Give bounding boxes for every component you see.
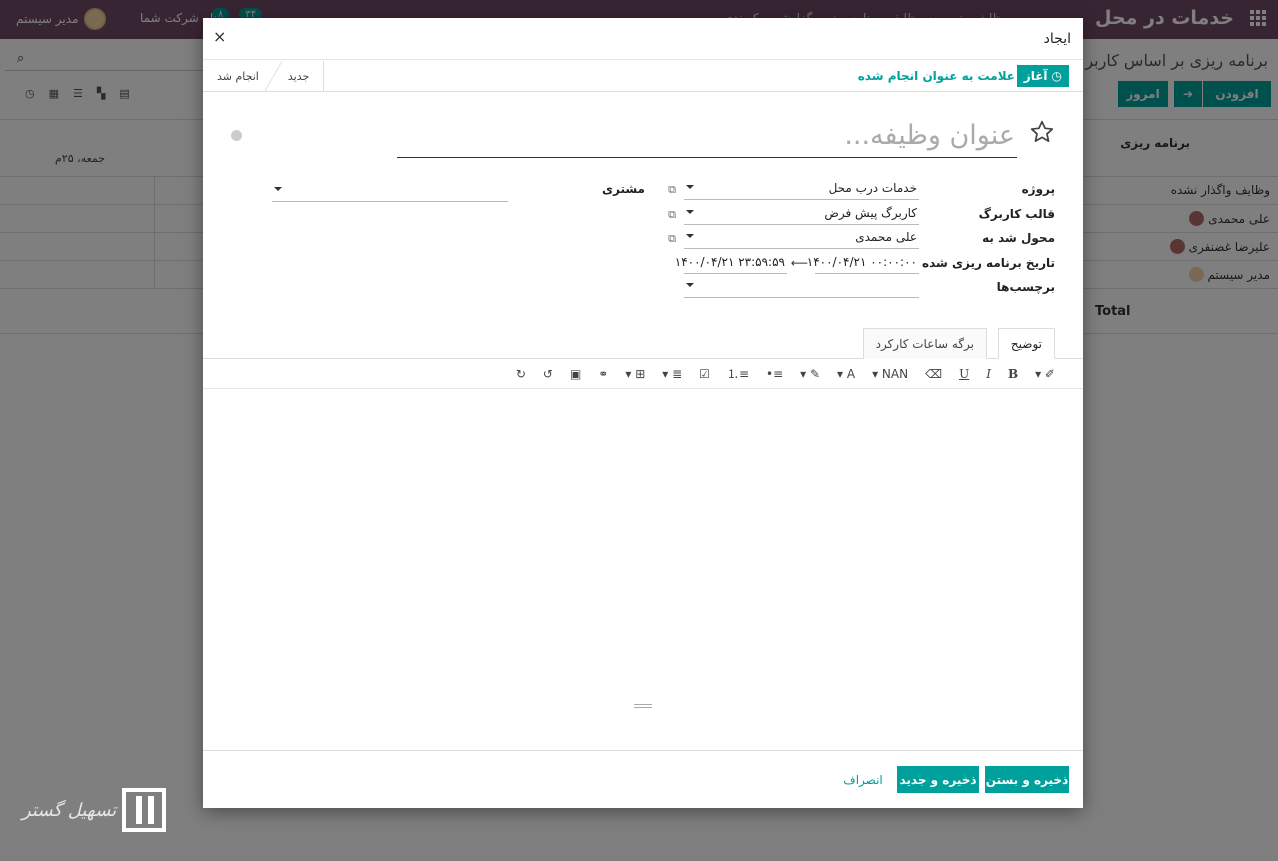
unordered-list-icon[interactable]: •≡	[766, 367, 783, 381]
chevron-down-icon[interactable]	[686, 185, 694, 189]
stage-selector: انجام شد جدید	[203, 61, 325, 91]
start-label: آغاز	[1023, 69, 1048, 83]
planned-date-label: تاریخ برنامه ریزی شده	[922, 256, 1055, 270]
watermark-icon	[122, 788, 167, 832]
link-icon[interactable]: ⚭	[598, 367, 608, 381]
font-color-icon[interactable]: ▾ A	[837, 367, 855, 381]
watermark-text: تسهیل گستر	[22, 799, 117, 821]
redo-icon[interactable]: ↻	[516, 367, 526, 381]
planned-end-input[interactable]: ۲۳:۵۹:۵۹ ۱۴۰۰/۰۴/۲۱	[675, 252, 787, 274]
project-value: خدمات درب محل	[828, 181, 917, 195]
chevron-down-icon[interactable]	[686, 234, 694, 238]
watermark-logo: تسهیل گستر	[22, 788, 167, 832]
tab-description[interactable]: توضیح	[997, 328, 1055, 359]
chevron-down-icon[interactable]	[686, 210, 694, 214]
date-range-arrow: ⟵	[790, 256, 808, 270]
worksheet-label: قالب کاربرگ	[978, 207, 1055, 221]
eraser-icon[interactable]: ⌫	[925, 367, 942, 381]
close-icon[interactable]: ×	[213, 27, 226, 46]
project-field[interactable]: خدمات درب محل	[684, 178, 919, 200]
ordered-list-icon[interactable]: ⒈≡	[727, 365, 749, 382]
kanban-state-icon[interactable]	[231, 130, 242, 141]
notebook-tabs: توضیح برگه ساعات کارکرد	[203, 328, 1083, 359]
dialog-header: ایجاد ×	[203, 18, 1083, 60]
stage-new[interactable]: جدید	[274, 61, 323, 91]
task-title-input[interactable]: عنوان وظیفه...	[397, 114, 1017, 158]
chevron-down-icon[interactable]	[686, 283, 694, 287]
create-task-dialog: ایجاد × ◷ آغاز علامت به عنوان انجام شده …	[203, 18, 1083, 808]
tags-field[interactable]	[684, 276, 919, 298]
save-close-button[interactable]: ذخیره و بستن	[985, 766, 1069, 793]
save-new-button[interactable]: ذخیره و جدید	[897, 766, 979, 793]
font-size-dropdown[interactable]: ▾ NAN	[872, 367, 908, 381]
underline-icon[interactable]: U	[959, 367, 969, 381]
worksheet-value: کاربرگ پیش فرض	[824, 206, 917, 220]
checklist-icon[interactable]: ☑	[699, 367, 710, 381]
assigned-value: علی محمدی	[855, 230, 917, 244]
customer-field[interactable]	[272, 180, 508, 202]
assigned-field[interactable]: علی محمدی	[684, 227, 919, 249]
tags-label: برچسب‌ها	[996, 280, 1055, 294]
title-row: عنوان وظیفه...	[203, 114, 1083, 162]
worksheet-field[interactable]: کاربرگ پیش فرض	[684, 203, 919, 225]
magic-style-icon[interactable]: ▾ ✐	[1035, 367, 1055, 381]
stage-done[interactable]: انجام شد	[203, 61, 273, 91]
cancel-button[interactable]: انصراف	[843, 766, 883, 793]
image-icon[interactable]: ▣	[570, 367, 581, 381]
clock-icon: ◷	[1051, 69, 1062, 83]
resize-grip-icon[interactable]	[634, 704, 652, 708]
external-link-icon[interactable]: ⧉	[668, 232, 676, 246]
bold-icon[interactable]: B	[1008, 367, 1018, 381]
mark-done-button[interactable]: علامت به عنوان انجام شده	[858, 69, 1015, 83]
external-link-icon[interactable]: ⧉	[668, 183, 676, 197]
planned-start-input[interactable]: ۰۰:۰۰:۰۰ ۱۴۰۰/۰۴/۲۱	[807, 252, 919, 274]
align-icon[interactable]: ▾ ≣	[662, 367, 682, 381]
external-link-icon[interactable]: ⧉	[668, 208, 676, 222]
undo-icon[interactable]: ↺	[543, 367, 553, 381]
customer-label: مشتری	[601, 182, 645, 196]
dialog-footer: ذخیره و بستن ذخیره و جدید انصراف	[203, 751, 1083, 808]
editor-toolbar: ↻ ↺ ▣ ⚭ ▾ ⊞ ▾ ≣ ☑ ⒈≡ •≡ ▾ ✎ ▾ A ▾ NAN ⌫ …	[203, 359, 1083, 389]
tab-timesheets[interactable]: برگه ساعات کارکرد	[862, 328, 987, 359]
description-editor[interactable]	[203, 389, 1083, 751]
status-bar: ◷ آغاز علامت به عنوان انجام شده انجام شد…	[203, 61, 1083, 92]
star-icon[interactable]	[1029, 119, 1055, 145]
start-button[interactable]: ◷ آغاز	[1016, 65, 1069, 87]
italic-icon[interactable]: I	[986, 367, 991, 381]
assigned-label: محول شد به	[982, 231, 1055, 245]
table-icon[interactable]: ▾ ⊞	[625, 367, 645, 381]
chevron-down-icon[interactable]	[274, 187, 282, 191]
highlight-brush-icon[interactable]: ▾ ✎	[800, 367, 820, 381]
project-label: پروژه	[1021, 182, 1055, 196]
dialog-title: ایجاد	[1043, 31, 1071, 47]
